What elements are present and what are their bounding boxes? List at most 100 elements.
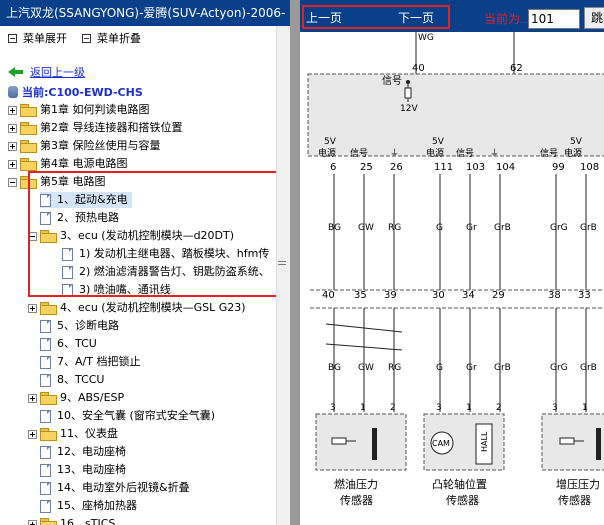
document-icon [40, 481, 51, 495]
expand-toggle-icon[interactable] [28, 429, 37, 439]
sensor-plate-icon [372, 428, 377, 460]
tree-chapter-5[interactable]: 第5章 电路图 [8, 174, 106, 190]
sensor-label-fuel-2: 传感器 [340, 494, 373, 507]
sensor-label-boost-1: 增压压力 [556, 477, 600, 491]
upper-pin-2: 25 [360, 162, 373, 173]
tree-item-power-seat-2[interactable]: 13、电动座椅 [40, 462, 126, 478]
tree-chapter-3[interactable]: 第3章 保险丝使用与容量 [8, 138, 161, 154]
tree-item-power-seat-1[interactable]: 12、电动座椅 [40, 444, 126, 460]
pane-splitter[interactable] [290, 0, 300, 525]
connector-pin-1: 3 [330, 403, 336, 413]
pin-header-6: ⏚ [490, 148, 499, 159]
top-left-label: WG [418, 33, 434, 43]
collapse-toggle-icon[interactable] [8, 177, 17, 187]
wire-color-bottom-5: Gr [466, 363, 477, 373]
tree-item-diagnostic[interactable]: 5、诊断电路 [40, 318, 119, 334]
tree-item-abs-esp[interactable]: 9、ABS/ESP [28, 390, 124, 406]
lower-pin-1: 40 [322, 290, 335, 301]
tree-chapter-1[interactable]: 第1章 如何判读电路图 [8, 102, 150, 118]
pin-header-4: 5V [432, 137, 445, 147]
tree-label: 8、TCCU [57, 373, 105, 386]
tree-item-ecu-d20dt[interactable]: 3、ecu (发动机控制模块—d20DT) [28, 228, 234, 244]
expand-toggle-icon[interactable] [8, 123, 17, 133]
tree-item-fuel-filter[interactable]: 2) 燃油滤清器警告灯、钥匙防盗系统、 [62, 264, 270, 280]
tree-item-engine-relay[interactable]: 1) 发动机主继电器、踏板模块、hfm传 [62, 246, 269, 262]
tree-item-mirror[interactable]: 14、电动室外后视镜&折叠 [40, 480, 190, 496]
top-wire-label-40: 40 [412, 63, 425, 74]
upper-pin-numbers: 6 25 26 111 103 104 99 108 [330, 162, 599, 173]
tree-label: 4、ecu (发动机控制模块—GSL G23) [60, 301, 246, 314]
expand-toggle-icon[interactable] [28, 303, 37, 313]
connector-pin-8: 1 [582, 403, 588, 413]
wire-color-bottom-6: GrB [494, 363, 511, 373]
tree-chapter-2[interactable]: 第2章 导线连接器和搭铁位置 [8, 120, 183, 136]
wire-color-top-8: GrB [580, 223, 597, 233]
tree-item-preheat[interactable]: 2、预热电路 [40, 210, 119, 226]
viewer-toolbar: 上一页 下一页 当前为 101 跳 [300, 0, 604, 32]
connector-pin-5: 1 [466, 403, 472, 413]
wire-color-top-6: GrB [494, 223, 511, 233]
tree-item-stics[interactable]: 16、sTICS [28, 516, 115, 525]
collapse-menu-button[interactable]: 菜单折叠 [82, 30, 141, 46]
back-arrow-icon [8, 66, 24, 78]
collapse-toggle-icon[interactable] [28, 231, 37, 241]
upper-pin-4: 111 [434, 162, 453, 173]
wire-colors-top: BG GW RG G Gr GrB GrG GrB [328, 223, 597, 233]
tree-item-startup-charging[interactable]: 1、起动&充电 [40, 192, 132, 208]
document-icon [40, 499, 51, 513]
expand-toggle-icon[interactable] [8, 105, 17, 115]
expand-toggle-icon[interactable] [8, 141, 17, 151]
jump-button[interactable]: 跳 [584, 7, 604, 29]
voltage-label: 12V [400, 104, 418, 114]
ecu-box [307, 73, 604, 157]
lower-pin-2: 35 [354, 290, 367, 301]
tree-label: 7、A/T 档把锁止 [57, 355, 141, 368]
tree-item-ecu-gsl[interactable]: 4、ecu (发动机控制模块—GSL G23) [28, 300, 246, 316]
expand-menu-button[interactable]: 菜单展开 [8, 30, 67, 46]
prev-page-button[interactable]: 上一页 [306, 9, 342, 26]
tree-label: 2) 燃油滤清器警告灯、钥匙防盗系统、 [79, 265, 270, 278]
tree-chapter-4[interactable]: 第4章 电源电路图 [8, 156, 128, 172]
page-number-input[interactable]: 101 [528, 9, 580, 29]
navigation-pane: 上汽双龙(SSANGYONG)-爱腾(SUV-Actyon)-2006- 菜单展… [0, 0, 290, 525]
expand-toggle-icon[interactable] [28, 519, 37, 525]
upper-pin-8: 108 [580, 162, 599, 173]
wire-color-bottom-2: GW [358, 363, 374, 373]
back-link-label: 返回上一级 [30, 66, 85, 79]
tree-item-seat-heater[interactable]: 15、座椅加热器 [40, 498, 137, 514]
pin-header-1: 5V [324, 137, 337, 147]
tree-item-at-lock[interactable]: 7、A/T 档把锁止 [40, 354, 140, 370]
tree-scrollbar[interactable] [276, 26, 290, 525]
folder-icon [40, 302, 57, 315]
connector-pin-3: 2 [390, 403, 396, 413]
tree-item-injector[interactable]: 3) 喷油嘴、通讯线 [62, 282, 171, 298]
tree-label: 第5章 电路图 [40, 175, 106, 188]
folder-icon [40, 392, 57, 405]
back-link[interactable]: 返回上一级 [8, 64, 85, 80]
splitter-grip-icon[interactable] [278, 258, 286, 268]
sensor-label-cam-1: 凸轮轴位置 [432, 477, 487, 491]
tree-label: 15、座椅加热器 [57, 499, 137, 512]
tree-label: 2、预热电路 [57, 211, 119, 224]
expand-icon [8, 33, 17, 43]
tree-item-tccu[interactable]: 8、TCCU [40, 372, 105, 388]
lower-pin-numbers: 40 35 39 30 34 29 38 33 [322, 290, 591, 301]
document-icon [40, 319, 51, 333]
tree-label: 9、ABS/ESP [60, 391, 125, 404]
lower-pin-4: 30 [432, 290, 445, 301]
tree-item-instrument[interactable]: 11、仪表盘 [28, 426, 118, 442]
expand-toggle-icon[interactable] [8, 159, 17, 169]
tree-item-tcu[interactable]: 6、TCU [40, 336, 97, 352]
pin-header-2: 信号 [350, 147, 368, 159]
tree-label: 3、ecu (发动机控制模块—d20DT) [60, 229, 235, 242]
wire-color-top-5: Gr [466, 223, 477, 233]
tree-item-airbag[interactable]: 10、安全气囊 (窗帘式安全气囊) [40, 408, 215, 424]
database-icon [8, 86, 18, 98]
wire-color-bottom-8: GrB [580, 363, 597, 373]
tree-label: 第1章 如何判读电路图 [40, 103, 150, 116]
document-icon [62, 283, 73, 297]
tree-label: 5、诊断电路 [57, 319, 119, 332]
next-page-button[interactable]: 下一页 [398, 9, 434, 26]
expand-toggle-icon[interactable] [28, 393, 37, 403]
wire-colors-bottom: BG GW RG G Gr GrB GrG GrB [328, 363, 597, 373]
